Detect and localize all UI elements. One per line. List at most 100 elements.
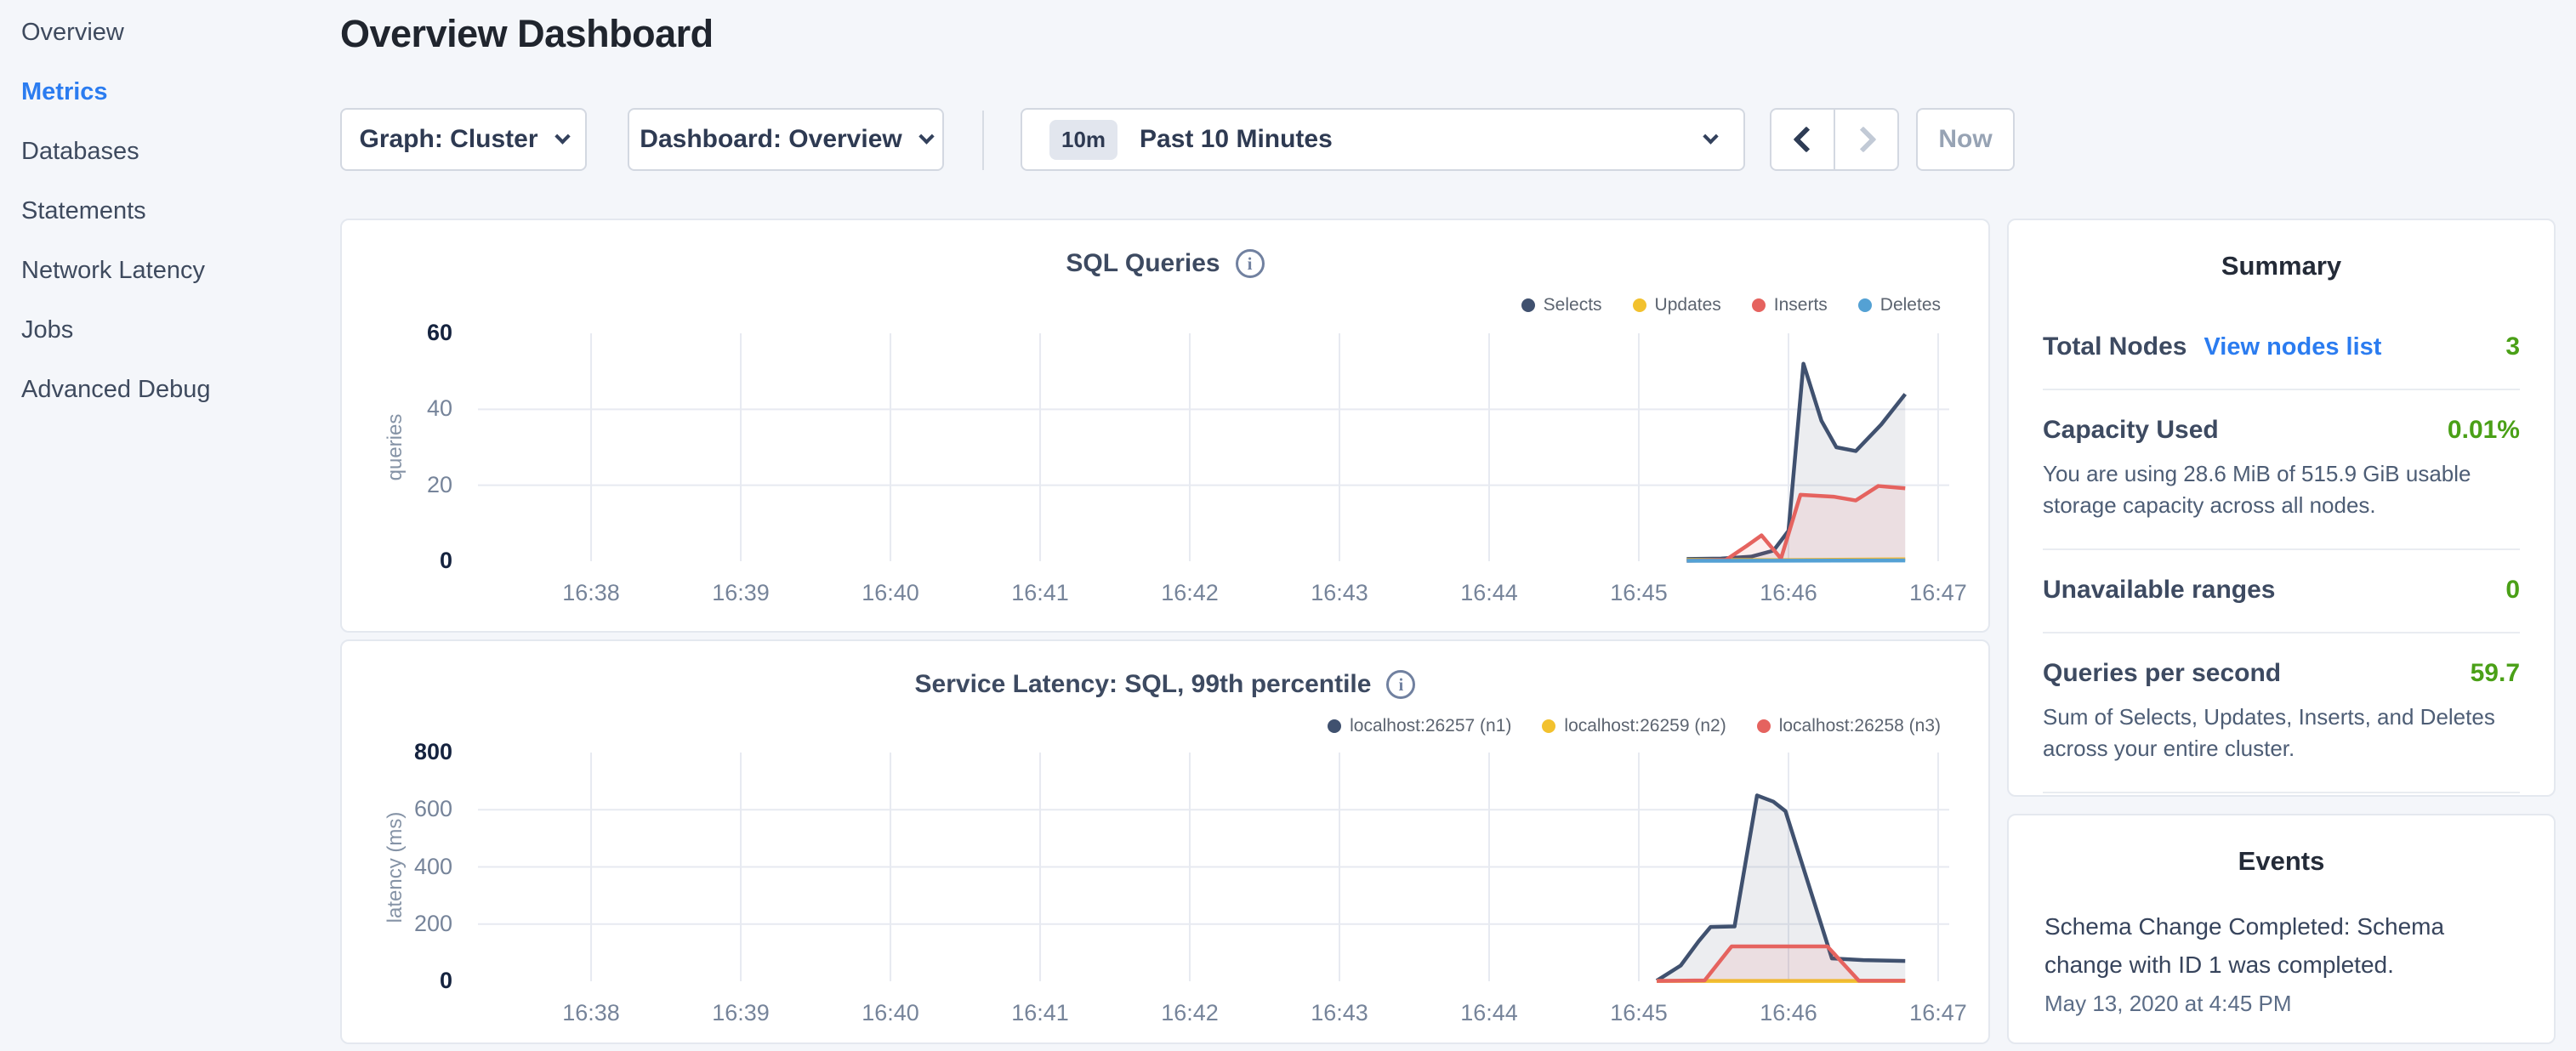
chevron-right-icon (1850, 126, 1876, 152)
sidebar-item-databases[interactable]: Databases (21, 122, 211, 181)
summary-row-value: 0 (2505, 576, 2520, 605)
y-axis-title: queries (384, 414, 407, 481)
summary-row-value: 0.01% (2448, 416, 2520, 445)
sidebar-nav: OverviewMetricsDatabasesStatementsNetwor… (21, 3, 211, 419)
sidebar-item-statements[interactable]: Statements (21, 181, 211, 241)
chart-legend: Selects Updates Inserts Deletes (1521, 295, 1941, 315)
y-tick-label: 0 (350, 548, 452, 574)
chevron-down-icon (918, 128, 934, 144)
chart-legend: localhost:26257 (n1) localhost:26259 (n2)… (1328, 716, 1941, 736)
sql-queries-chart-card: SQL Queries Selects Updates Inserts Deletes… (340, 219, 1990, 633)
x-tick-label: 16:47 (1909, 1000, 1967, 1026)
dashboard-dropdown-label: Dashboard: Overview (640, 125, 901, 154)
summary-row-label: Queries per second (2043, 659, 2281, 688)
summary-row-total-nodes: Total Nodes View nodes list 3 (2043, 307, 2520, 389)
time-range-dropdown[interactable]: 10m Past 10 Minutes (1021, 108, 1745, 171)
now-button[interactable]: Now (1916, 108, 2015, 171)
dashboard-dropdown[interactable]: Dashboard: Overview (628, 108, 944, 171)
legend-item-selects: Selects (1521, 295, 1602, 315)
x-tick-label: 16:42 (1161, 1000, 1219, 1026)
events-title: Events (2009, 846, 2554, 877)
legend-dot-localhost-26258-n3 (1757, 719, 1771, 733)
legend-dot-updates (1633, 298, 1646, 312)
legend-label: Inserts (1774, 295, 1828, 315)
x-tick-label: 16:46 (1760, 580, 1817, 606)
x-tick-label: 16:42 (1161, 580, 1219, 606)
chevron-down-icon (554, 128, 570, 144)
legend-label: localhost:26258 (n3) (1779, 716, 1941, 736)
legend-item-updates: Updates (1633, 295, 1721, 315)
sidebar-item-metrics[interactable]: Metrics (21, 62, 211, 122)
time-forward-button[interactable] (1834, 110, 1897, 169)
summary-title: Summary (2009, 251, 2554, 281)
info-icon[interactable] (1386, 670, 1415, 699)
time-back-button[interactable] (1771, 110, 1834, 169)
x-tick-label: 16:38 (562, 1000, 620, 1026)
summary-row-capacity-used: Capacity Used 0.01% You are using 28.6 MiB… (2043, 390, 2520, 548)
legend-label: Deletes (1880, 295, 1941, 315)
legend-item-localhost-26257-n1: localhost:26257 (n1) (1328, 716, 1511, 736)
legend-label: Updates (1655, 295, 1721, 315)
time-step-buttons (1770, 108, 1899, 171)
time-range-label: Past 10 Minutes (1140, 125, 1333, 154)
x-tick-label: 16:39 (712, 1000, 770, 1026)
toolbar-divider (982, 111, 984, 170)
x-tick-label: 16:41 (1011, 580, 1069, 606)
summary-panel: Summary Total Nodes View nodes list 3 Capac… (2007, 219, 2556, 797)
y-tick-label: 60 (350, 320, 452, 346)
events-list: Schema Change Completed: Schema change w… (2009, 907, 2554, 1017)
graph-dropdown[interactable]: Graph: Cluster (340, 108, 587, 171)
chart-title: Service Latency: SQL, 99th percentile (915, 670, 1372, 699)
summary-rows: Total Nodes View nodes list 3 Capacity Used… (2043, 307, 2520, 875)
chevron-down-icon (1703, 128, 1718, 144)
legend-dot-deletes (1858, 298, 1872, 312)
legend-dot-selects (1521, 298, 1535, 312)
y-axis-title: latency (ms) (384, 811, 407, 923)
sidebar-item-jobs[interactable]: Jobs (21, 300, 211, 360)
x-tick-label: 16:41 (1011, 1000, 1069, 1026)
summary-row-value: 3 (2505, 332, 2520, 361)
summary-row-label: Unavailable ranges (2043, 576, 2275, 605)
legend-dot-localhost-26257-n1 (1328, 719, 1341, 733)
summary-row-description: You are using 28.6 MiB of 515.9 GiB usab… (2043, 458, 2520, 521)
x-tick-label: 16:43 (1311, 1000, 1368, 1026)
chart-plot-area[interactable] (478, 753, 1949, 981)
view-nodes-list-link[interactable]: View nodes list (2204, 333, 2381, 361)
x-tick-label: 16:44 (1460, 1000, 1518, 1026)
x-tick-label: 16:43 (1311, 580, 1368, 606)
summary-row-unavailable-ranges: Unavailable ranges 0 (2043, 550, 2520, 632)
sidebar-item-network-latency[interactable]: Network Latency (21, 241, 211, 300)
x-tick-label: 16:40 (862, 580, 919, 606)
summary-row-value: 59.7 (2471, 659, 2520, 688)
chevron-left-icon (1793, 126, 1819, 152)
legend-label: localhost:26259 (n2) (1564, 716, 1726, 736)
summary-row-label: Capacity Used (2043, 416, 2219, 445)
x-tick-label: 16:40 (862, 1000, 919, 1026)
info-icon[interactable] (1236, 249, 1265, 278)
graph-dropdown-label: Graph: Cluster (359, 125, 537, 154)
event-timestamp: May 13, 2020 at 4:45 PM (2044, 991, 2518, 1017)
summary-row-label: Total Nodes (2043, 332, 2186, 361)
x-tick-label: 16:38 (562, 580, 620, 606)
chart-plot-area[interactable] (478, 333, 1949, 561)
page-title: Overview Dashboard (340, 12, 714, 56)
x-tick-label: 16:45 (1610, 580, 1668, 606)
sidebar-item-advanced-debug[interactable]: Advanced Debug (21, 360, 211, 419)
x-tick-label: 16:47 (1909, 580, 1967, 606)
service-latency-chart-card: Service Latency: SQL, 99th percentile lo… (340, 639, 1990, 1044)
event-message: Schema Change Completed: Schema change w… (2044, 907, 2518, 984)
x-tick-label: 16:46 (1760, 1000, 1817, 1026)
legend-item-localhost-26259-n2: localhost:26259 (n2) (1542, 716, 1726, 736)
time-range-badge: 10m (1049, 120, 1117, 160)
legend-item-inserts: Inserts (1752, 295, 1828, 315)
legend-label: Selects (1544, 295, 1602, 315)
x-tick-label: 16:45 (1610, 1000, 1668, 1026)
summary-row-queries-per-second: Queries per second59.7Sum of Selects, Up… (2043, 633, 2520, 792)
sidebar-item-overview[interactable]: Overview (21, 3, 211, 62)
legend-dot-localhost-26259-n2 (1542, 719, 1555, 733)
event-item[interactable]: Schema Change Completed: Schema change w… (2044, 907, 2518, 1017)
y-tick-label: 800 (350, 739, 452, 765)
x-tick-label: 16:44 (1460, 580, 1518, 606)
chart-title: SQL Queries (1066, 249, 1220, 278)
events-panel: Events Schema Change Completed: Schema c… (2007, 814, 2556, 1044)
